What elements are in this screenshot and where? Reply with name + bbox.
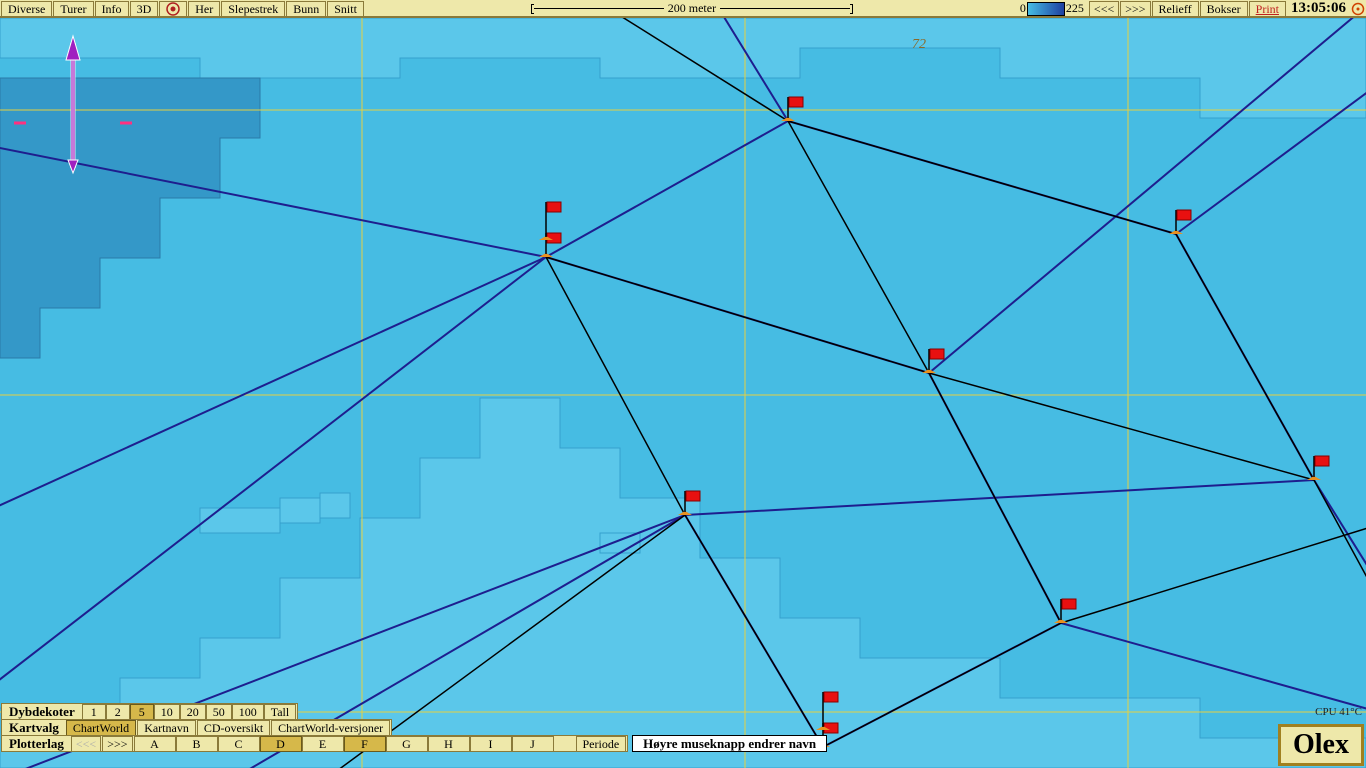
dybdekoter-title: Dybdekoter	[3, 704, 81, 720]
plotterlag-title: Plotterlag	[3, 736, 70, 752]
depth-min: 0	[1020, 1, 1026, 16]
plotter-layer-g[interactable]: G	[386, 736, 428, 752]
plotter-layer-h[interactable]: H	[428, 736, 470, 752]
chartworld-button[interactable]: ChartWorld	[66, 720, 136, 736]
depth-gradient	[1027, 2, 1065, 16]
kartvalg-title: Kartvalg	[3, 720, 65, 736]
print-button[interactable]: Print	[1249, 1, 1286, 17]
scale-label: 200 meter	[664, 1, 720, 16]
periode-button[interactable]: Periode	[576, 736, 627, 752]
snitt-button[interactable]: Snitt	[327, 1, 364, 17]
dybde-option-50[interactable]: 50	[206, 704, 232, 720]
gps-status-icon	[1351, 2, 1365, 16]
menu-diverse[interactable]: Diverse	[1, 1, 52, 17]
plotter-layer-i[interactable]: I	[470, 736, 512, 752]
dybde-option-20[interactable]: 20	[180, 704, 206, 720]
plotter-layer-c[interactable]: C	[218, 736, 260, 752]
scale-bar: 200 meter	[364, 1, 1020, 16]
dybde-option-tall[interactable]: Tall	[264, 704, 297, 720]
chartworld-versjoner-button[interactable]: ChartWorld-versjoner	[271, 720, 390, 736]
cd-oversikt-button[interactable]: CD-oversikt	[197, 720, 270, 736]
plotter-layer-e[interactable]: E	[302, 736, 344, 752]
plotter-layer-a[interactable]: A	[134, 736, 176, 752]
dybde-option-2[interactable]: 2	[106, 704, 130, 720]
map-canvas[interactable]: 72	[0, 18, 1366, 768]
plotter-next-button[interactable]: >>>	[102, 736, 132, 752]
dybde-option-1[interactable]: 1	[82, 704, 106, 720]
hint-bar: Høyre museknapp endrer navn	[632, 735, 827, 752]
menu-3d[interactable]: 3D	[130, 1, 159, 17]
bunn-button[interactable]: Bunn	[286, 1, 326, 17]
dybde-option-5[interactable]: 5	[130, 704, 154, 720]
bokser-button[interactable]: Bokser	[1200, 1, 1248, 17]
cpu-temp: CPU 41°C	[1315, 706, 1362, 718]
kartnavn-button[interactable]: Kartnavn	[137, 720, 196, 736]
depth-max: 225	[1066, 1, 1088, 16]
slepestrek-button[interactable]: Slepestrek	[221, 1, 285, 17]
top-toolbar: Diverse Turer Info 3D Her Slepestrek Bun…	[0, 0, 1366, 18]
menu-info[interactable]: Info	[95, 1, 129, 17]
plotter-prev-button[interactable]: <<<	[71, 736, 101, 752]
depth-label-72: 72	[912, 37, 926, 52]
plotter-layer-f[interactable]: F	[344, 736, 386, 752]
nav-prev-button[interactable]: <<<	[1089, 1, 1119, 17]
plotter-layer-b[interactable]: B	[176, 736, 218, 752]
target-icon	[166, 2, 180, 16]
target-button[interactable]	[159, 1, 187, 17]
dybde-option-10[interactable]: 10	[154, 704, 180, 720]
clock: 13:05:06	[1287, 0, 1350, 17]
menu-turer[interactable]: Turer	[53, 1, 93, 17]
dybde-option-100[interactable]: 100	[232, 704, 264, 720]
nav-next-button[interactable]: >>>	[1120, 1, 1150, 17]
plotter-layer-d[interactable]: D	[260, 736, 302, 752]
plotter-layer-j[interactable]: J	[512, 736, 554, 752]
relieff-button[interactable]: Relieff	[1152, 1, 1199, 17]
her-button[interactable]: Her	[188, 1, 220, 17]
brand-logo: Olex	[1278, 724, 1364, 766]
